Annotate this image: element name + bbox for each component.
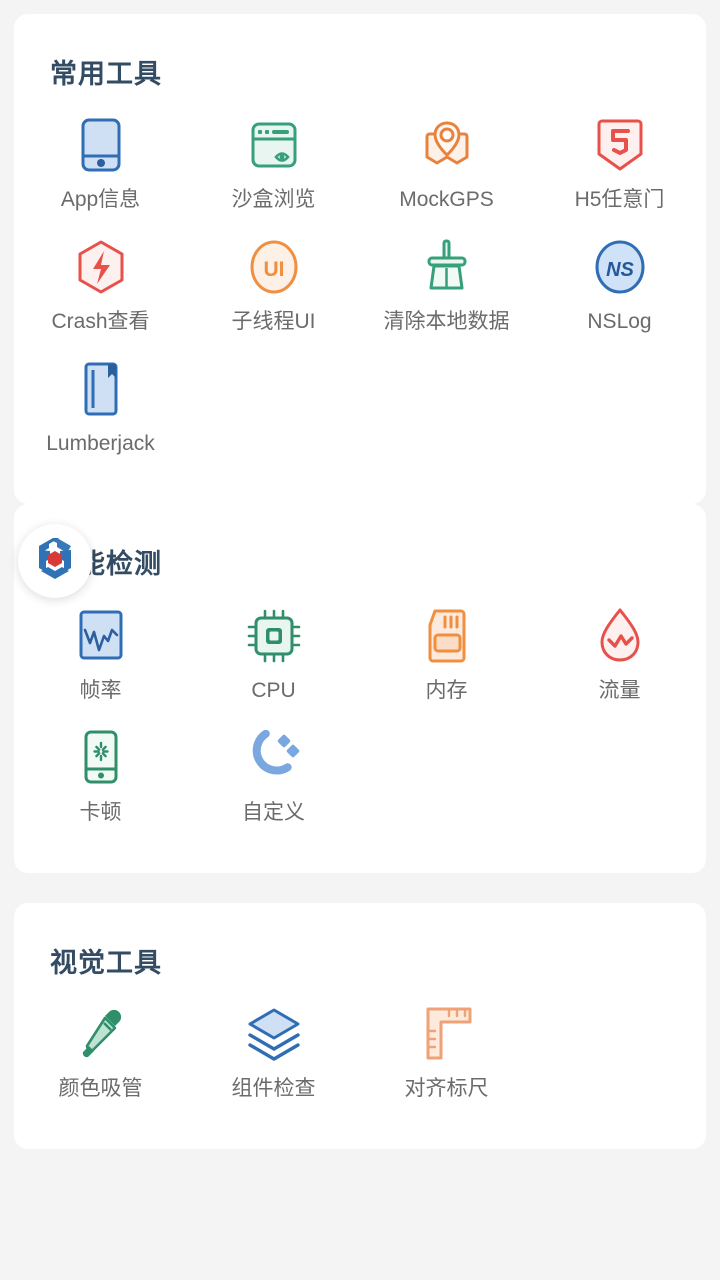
tool-item-crash-viewer[interactable]: Crash查看 <box>14 234 187 356</box>
hexagon-bolt-icon <box>72 238 130 296</box>
tool-label: MockGPS <box>399 188 494 211</box>
tool-item-nslog[interactable]: NS NSLog <box>533 234 706 356</box>
tool-item-sandbox-browser[interactable]: 沙盒浏览 <box>187 112 360 234</box>
floating-logo-button[interactable] <box>18 524 92 598</box>
tool-item-h5-door[interactable]: H5任意门 <box>533 112 706 234</box>
tool-label: 流量 <box>599 679 641 702</box>
tool-grid-visual-tools: 颜色吸管 组件检查 <box>14 1001 706 1123</box>
section-card-common-tools: 常用工具 App信息 <box>14 14 706 504</box>
tool-item-cpu[interactable]: CPU <box>187 603 360 725</box>
tool-label: App信息 <box>61 188 140 211</box>
section-card-visual-tools: 视觉工具 颜色吸管 <box>14 903 706 1149</box>
ns-circle-icon: NS <box>591 238 649 296</box>
section-title-common-tools: 常用工具 <box>14 14 706 90</box>
tool-label: 卡顿 <box>80 801 122 824</box>
map-location-pin-icon <box>418 116 476 174</box>
tool-label: 沙盒浏览 <box>232 188 316 211</box>
tool-item-alignment-ruler[interactable]: 对齐标尺 <box>360 1001 533 1123</box>
svg-text:UI: UI <box>263 258 284 281</box>
tool-item-custom[interactable]: 自定义 <box>187 725 360 847</box>
browser-window-eye-icon <box>245 116 303 174</box>
html5-shield-icon <box>591 116 649 174</box>
tool-label: Crash查看 <box>51 310 149 333</box>
lag-spinner-phone-icon <box>72 729 130 787</box>
memory-card-icon <box>418 607 476 665</box>
section-title-performance: 性能检测 <box>14 504 706 580</box>
tool-label: Lumberjack <box>46 432 155 455</box>
cpu-chip-icon <box>245 607 303 665</box>
hexagon-logo-icon <box>31 535 79 588</box>
tool-item-lumberjack[interactable]: Lumberjack <box>14 356 187 478</box>
traffic-drop-icon <box>591 607 649 665</box>
book-bookmark-icon <box>72 360 130 418</box>
ruler-corner-icon <box>418 1005 476 1063</box>
tool-label: 颜色吸管 <box>59 1077 143 1100</box>
tool-label: NSLog <box>587 310 651 333</box>
tool-item-lag[interactable]: 卡顿 <box>14 725 187 847</box>
section-title-visual-tools: 视觉工具 <box>14 903 706 979</box>
tool-label: 组件检查 <box>232 1077 316 1100</box>
tool-label: 帧率 <box>80 679 122 702</box>
tool-item-component-inspect[interactable]: 组件检查 <box>187 1001 360 1123</box>
ui-circle-icon: UI <box>245 238 303 296</box>
tool-label: 子线程UI <box>232 310 316 333</box>
section-card-performance: 性能检测 帧率 <box>14 504 706 872</box>
tool-item-traffic[interactable]: 流量 <box>533 603 706 725</box>
tool-label: 对齐标尺 <box>405 1077 489 1100</box>
broom-clean-icon <box>418 238 476 296</box>
tool-item-app-info[interactable]: App信息 <box>14 112 187 234</box>
color-dropper-icon <box>72 1005 130 1063</box>
tool-item-color-dropper[interactable]: 颜色吸管 <box>14 1001 187 1123</box>
tool-item-subthread-ui[interactable]: UI 子线程UI <box>187 234 360 356</box>
tool-label: H5任意门 <box>575 188 665 211</box>
tool-item-mockgps[interactable]: MockGPS <box>360 112 533 234</box>
tool-panel-root: 常用工具 App信息 <box>0 0 720 1280</box>
custom-magnet-icon <box>245 729 303 787</box>
tool-item-memory[interactable]: 内存 <box>360 603 533 725</box>
layers-stack-icon <box>245 1005 303 1063</box>
tool-label: 清除本地数据 <box>384 310 510 333</box>
tool-label: 自定义 <box>242 801 305 824</box>
phone-device-icon <box>72 116 130 174</box>
tool-item-clear-local-data[interactable]: 清除本地数据 <box>360 234 533 356</box>
tool-grid-performance: 帧率 CPU <box>14 603 706 847</box>
tool-label: 内存 <box>426 679 468 702</box>
tool-grid-common-tools: App信息 沙盒浏览 <box>14 112 706 478</box>
fps-graph-icon <box>72 607 130 665</box>
svg-text:NS: NS <box>606 259 634 281</box>
tool-item-fps[interactable]: 帧率 <box>14 603 187 725</box>
tool-label: CPU <box>251 679 295 702</box>
